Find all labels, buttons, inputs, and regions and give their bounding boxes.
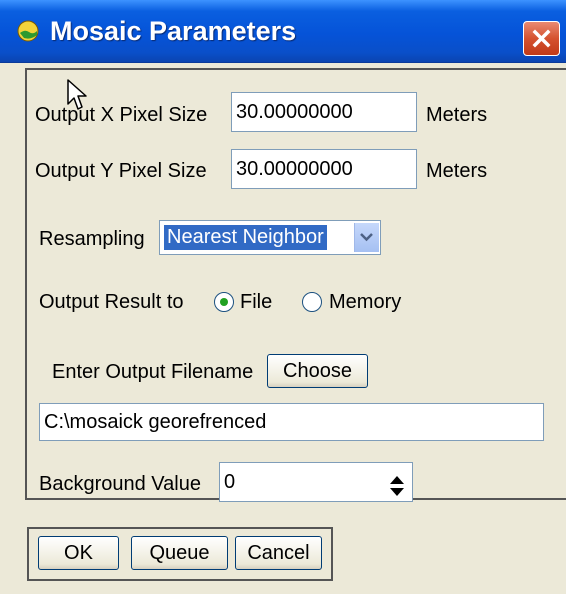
resampling-label: Resampling xyxy=(39,228,145,250)
chevron-down-icon[interactable] xyxy=(354,223,379,252)
close-icon xyxy=(532,29,551,48)
output-filename-input[interactable] xyxy=(39,403,544,441)
resampling-select[interactable]: Nearest Neighbor xyxy=(159,220,381,255)
x-pixel-unit: Meters xyxy=(426,104,488,126)
background-value-label: Background Value xyxy=(39,473,201,495)
choose-button[interactable]: Choose xyxy=(267,354,368,388)
window-title: Mosaic Parameters xyxy=(50,16,297,46)
ok-button[interactable]: OK xyxy=(38,536,119,570)
radio-file-label[interactable]: File xyxy=(240,291,272,314)
radio-file[interactable] xyxy=(214,292,234,312)
globe-icon xyxy=(17,20,39,42)
spinner-arrows-icon[interactable] xyxy=(384,472,410,500)
y-pixel-unit: Meters xyxy=(426,160,488,182)
radio-memory[interactable] xyxy=(302,292,322,312)
cancel-button[interactable]: Cancel xyxy=(235,536,322,570)
y-pixel-size-input[interactable] xyxy=(231,149,417,189)
x-pixel-size-input[interactable] xyxy=(231,92,417,132)
radio-memory-label[interactable]: Memory xyxy=(329,291,401,314)
output-filename-label: Enter Output Filename xyxy=(52,361,254,383)
resampling-selected-value: Nearest Neighbor xyxy=(164,225,327,250)
title-bar[interactable]: Mosaic Parameters xyxy=(0,0,566,63)
radio-selected-dot xyxy=(220,298,228,306)
mosaic-parameters-dialog: Mosaic Parameters Output X Pixel Size Me… xyxy=(0,0,566,594)
y-pixel-size-label: Output Y Pixel Size xyxy=(35,160,207,182)
x-pixel-size-label: Output X Pixel Size xyxy=(35,104,208,126)
queue-button[interactable]: Queue xyxy=(131,536,228,570)
mouse-cursor-icon xyxy=(66,78,90,112)
close-button[interactable] xyxy=(523,21,560,56)
output-result-label: Output Result to xyxy=(39,291,184,313)
